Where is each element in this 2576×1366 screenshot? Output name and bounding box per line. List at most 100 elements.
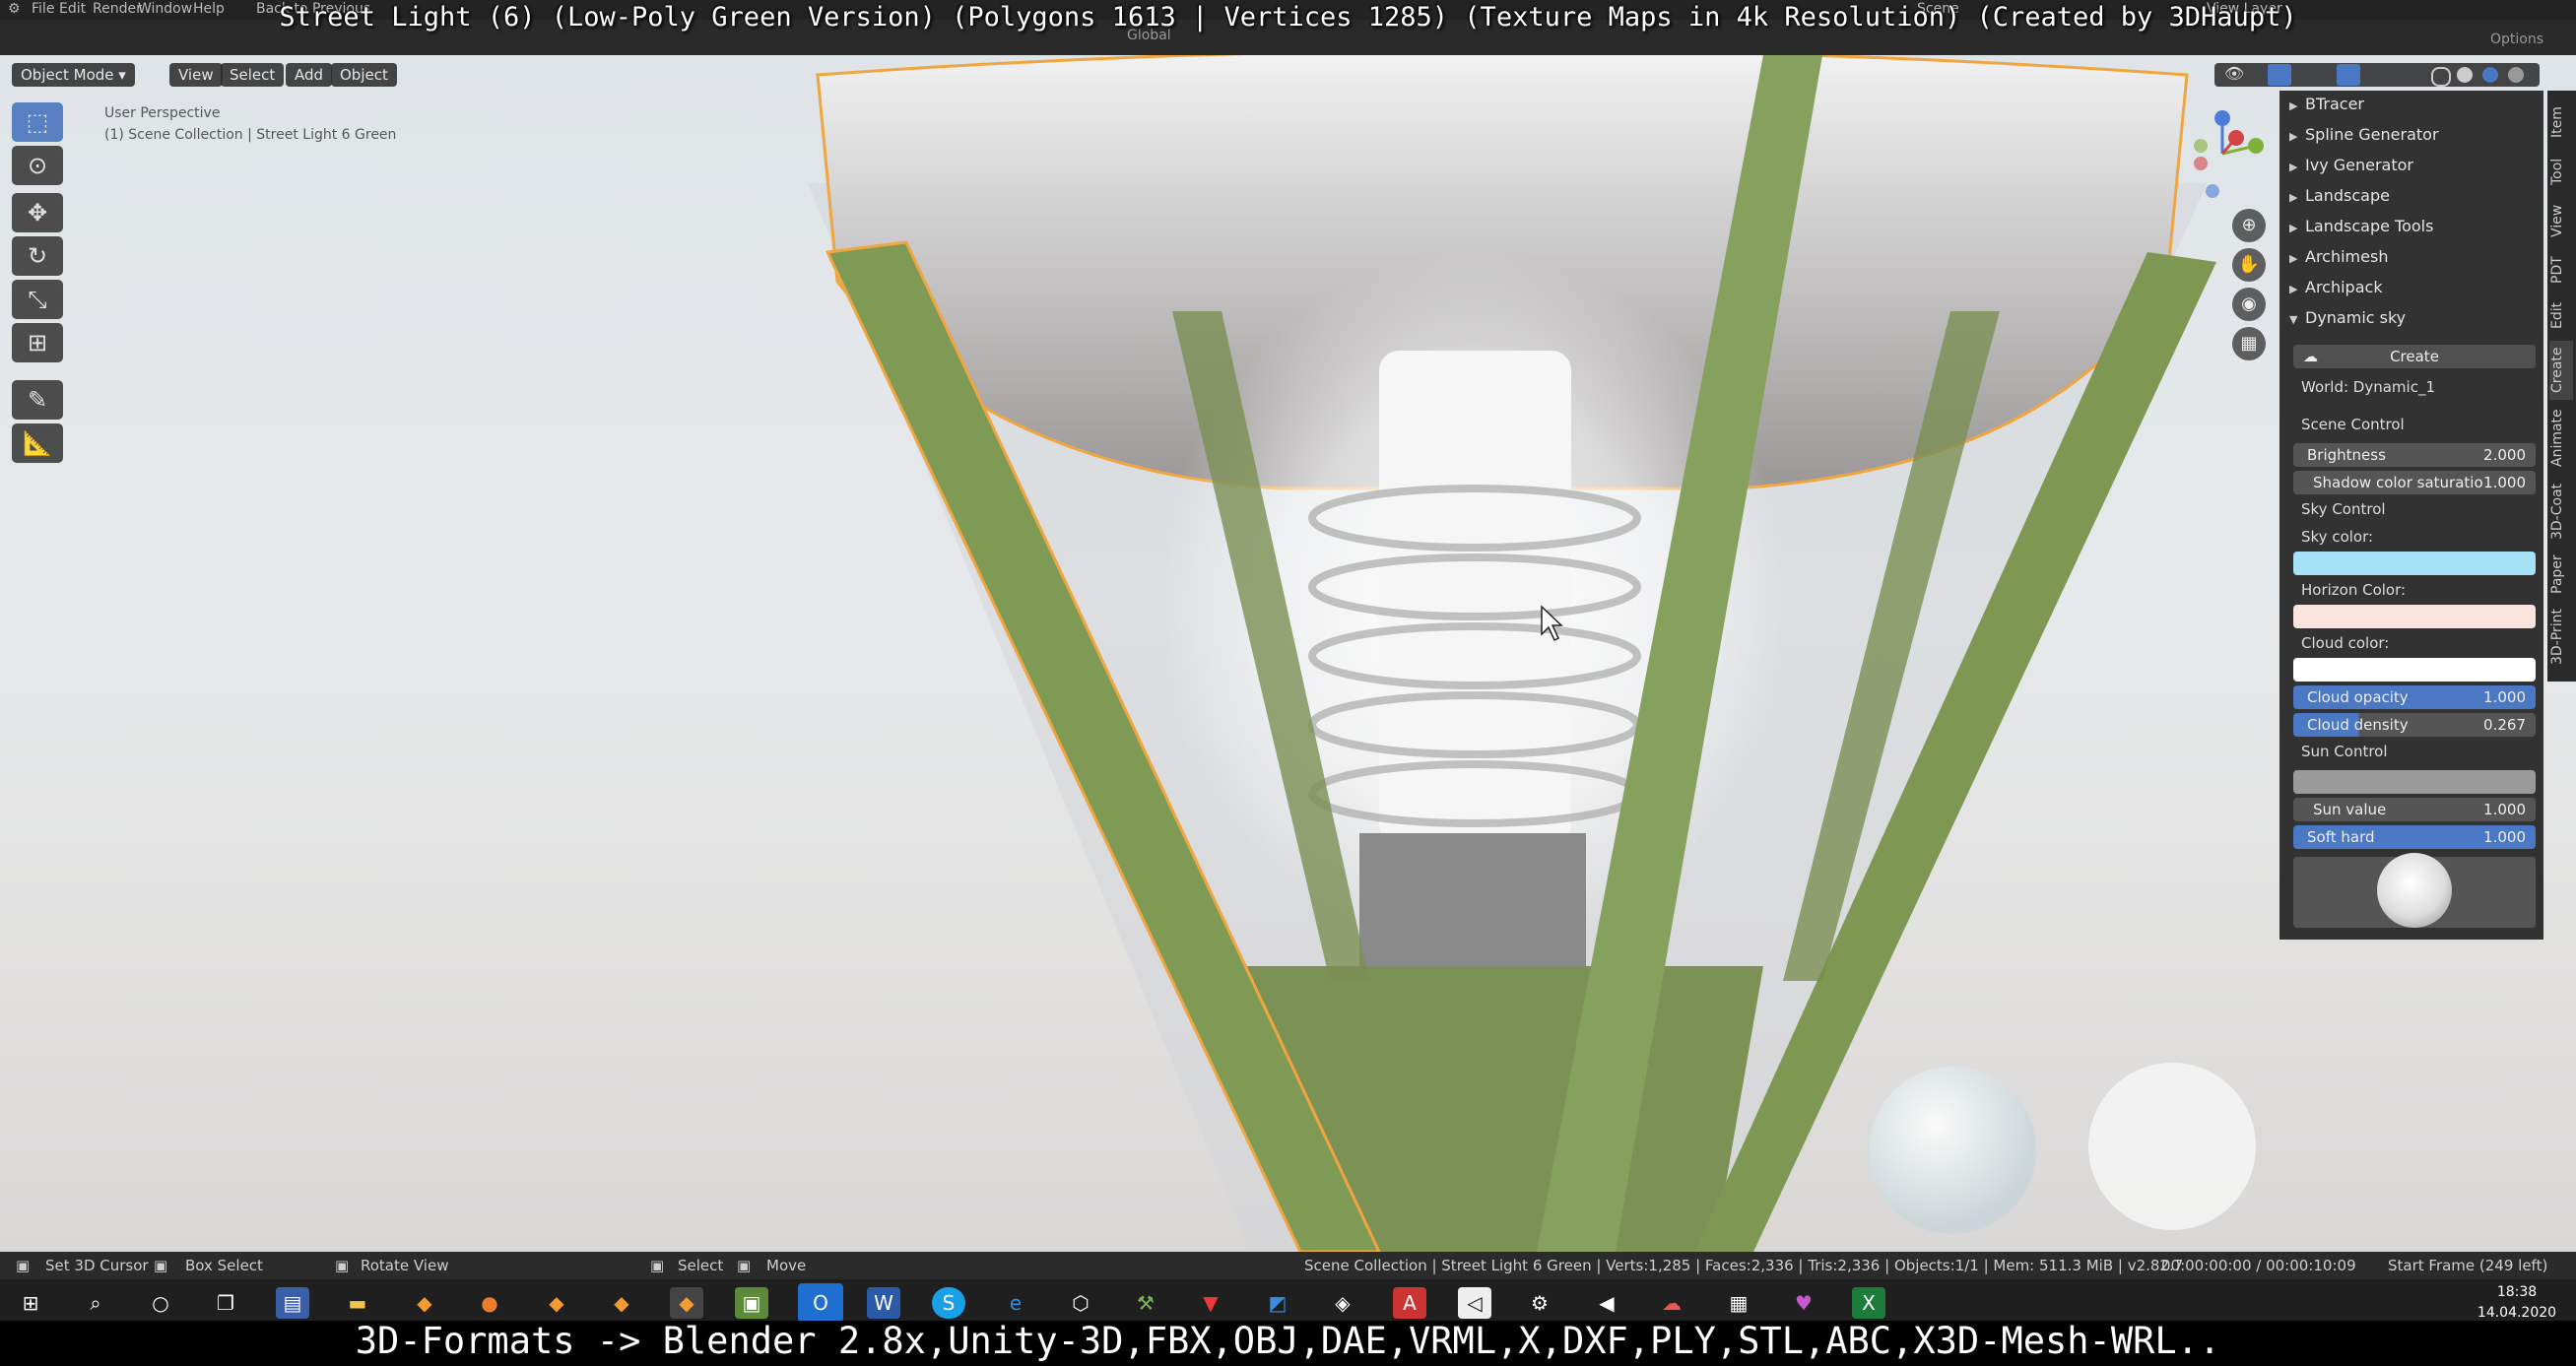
sun-preview[interactable] <box>2293 853 2536 928</box>
tool-icon[interactable]: ⚒ <box>1129 1287 1162 1319</box>
unity-icon[interactable]: ◁ <box>1458 1287 1491 1319</box>
mouse-middle-icon: ▣ <box>335 1257 350 1274</box>
move-hint: Move <box>766 1257 807 1274</box>
create-sky-button[interactable]: ☁ Create <box>2293 345 2536 368</box>
blender-icon[interactable]: ◆ <box>540 1287 573 1319</box>
3d-viewport[interactable]: ⊕ ✋ ◉ ▦ ⬚ ⊙ ✥ ↻ ⤡ ⊞ ✎ 📐 <box>0 55 2576 1252</box>
vivaldi-icon[interactable]: ▼ <box>1194 1287 1227 1319</box>
blender-icon[interactable]: ◆ <box>605 1287 638 1319</box>
cloud-color-swatch[interactable] <box>2293 658 2536 682</box>
acrobat-icon[interactable]: A <box>1393 1287 1426 1319</box>
material-shading-icon[interactable] <box>2482 67 2498 83</box>
annotate-tool-icon[interactable]: ✎ <box>12 380 63 420</box>
expand-triangle-icon: ▶ <box>2289 99 2298 112</box>
tab-edit[interactable]: Edit <box>2549 293 2573 337</box>
horizon-color-swatch[interactable] <box>2293 605 2536 628</box>
formats-caption: 3D-Formats -> Blender 2.8x,Unity-3D,FBX,… <box>355 1320 2221 1362</box>
task-view-icon[interactable]: ❐ <box>209 1287 242 1319</box>
system-clock[interactable]: 18:38 14.04.2020 <box>2463 1282 2571 1324</box>
overlay-toggle-icon[interactable] <box>2337 64 2360 86</box>
app-icon[interactable]: ☁ <box>1655 1287 1688 1319</box>
viewport-shading-controls[interactable]: 👁 <box>2214 63 2540 87</box>
gizmo-toggle-icon[interactable] <box>2268 64 2291 86</box>
tab-3d-coat[interactable]: 3D-Coat <box>2549 477 2573 546</box>
vs-code-icon[interactable]: ◀ <box>1590 1287 1623 1319</box>
video-title-overlay: Street Light (6) (Low-Poly Green Version… <box>279 2 2297 33</box>
mouse-drag-icon: ▣ <box>154 1257 168 1274</box>
cursor-tool-icon[interactable]: ⊙ <box>12 146 63 185</box>
select-box-tool-icon[interactable]: ⬚ <box>12 102 63 142</box>
app-icon[interactable]: ◈ <box>1326 1287 1359 1319</box>
app-icon[interactable]: ◩ <box>1261 1287 1294 1319</box>
panel-archimesh[interactable]: ▶ Archimesh <box>2289 243 2534 271</box>
add-menu[interactable]: Add <box>286 63 333 87</box>
cloud-opacity-slider[interactable]: Cloud opacity 1.000 <box>2293 685 2536 709</box>
tab-tool[interactable]: Tool <box>2549 150 2573 193</box>
tab-3d-print[interactable]: 3D-Print <box>2549 603 2573 672</box>
measure-tool-icon[interactable]: 📐 <box>12 423 63 463</box>
pan-hand-icon[interactable]: ✋ <box>2232 248 2266 282</box>
rendered-shading-icon[interactable] <box>2508 67 2524 83</box>
calculator-icon[interactable]: ▦ <box>1722 1287 1755 1319</box>
cortana-icon[interactable]: ○ <box>144 1287 177 1319</box>
navigation-gizmo[interactable] <box>2157 104 2276 203</box>
visibility-icon[interactable]: 👁 <box>2224 64 2244 83</box>
firefox-icon[interactable]: ● <box>473 1287 506 1319</box>
blender-icon[interactable]: ◆ <box>408 1287 441 1319</box>
tab-pdt[interactable]: PDT <box>2549 248 2573 292</box>
options-menu[interactable]: Options <box>2490 32 2543 47</box>
chevron-down-icon: ▾ <box>118 66 126 84</box>
edge-icon[interactable]: e <box>999 1287 1032 1319</box>
camera-icon[interactable]: ◉ <box>2232 288 2266 321</box>
move-tool-icon[interactable]: ✥ <box>12 193 63 232</box>
panel-dynamic-sky[interactable]: ▼ Dynamic sky <box>2289 304 2534 332</box>
shadow-saturation-field[interactable]: Shadow color saturatio 1.000 <box>2293 471 2536 494</box>
word-icon[interactable]: W <box>867 1287 900 1319</box>
folder-icon[interactable]: ▬ <box>341 1287 374 1319</box>
grid-projection-icon[interactable]: ▦ <box>2232 327 2266 360</box>
select-hint: Select <box>678 1257 724 1274</box>
panel-ivy-generator[interactable]: ▶ Ivy Generator <box>2289 152 2534 179</box>
save-icon[interactable]: ▤ <box>276 1287 309 1319</box>
maps-icon[interactable]: ♥ <box>1787 1287 1820 1319</box>
tab-animate[interactable]: Animate <box>2549 404 2573 473</box>
panel-landscape-tools[interactable]: ▶ Landscape Tools <box>2289 213 2534 240</box>
mouse-right-icon: ▣ <box>650 1257 665 1274</box>
blender-icon[interactable]: ◆ <box>670 1287 703 1319</box>
view-menu[interactable]: View <box>169 63 223 87</box>
soft-hard-slider[interactable]: Soft hard 1.000 <box>2293 825 2536 849</box>
windows-icon[interactable]: ⊞ <box>14 1287 47 1319</box>
tab-view[interactable]: View <box>2549 199 2573 242</box>
panel-spline-generator[interactable]: ▶ Spline Generator <box>2289 121 2534 149</box>
sun-value-field[interactable]: Sun value 1.000 <box>2293 798 2536 821</box>
sun-color-swatch[interactable] <box>2293 770 2536 794</box>
object-mode-dropdown[interactable]: Object Mode ▾ <box>12 63 135 87</box>
search-icon[interactable]: ⌕ <box>79 1287 112 1319</box>
collection-label: (1) Scene Collection | Street Light 6 Gr… <box>104 127 397 143</box>
unity-hub-icon[interactable]: ⚙ <box>1523 1287 1556 1319</box>
sidebar-tabs: Item Tool View PDT Edit Create Animate 3… <box>2547 91 2576 682</box>
tab-paper[interactable]: Paper <box>2549 550 2573 599</box>
brightness-field[interactable]: Brightness 2.000 <box>2293 443 2536 467</box>
scale-tool-icon[interactable]: ⤡ <box>12 280 63 319</box>
cube-icon[interactable]: ⬡ <box>1064 1287 1097 1319</box>
tab-create[interactable]: Create <box>2549 341 2573 400</box>
cloud-density-slider[interactable]: Cloud density 0.267 <box>2293 713 2536 737</box>
skype-icon[interactable]: S <box>932 1287 965 1319</box>
panel-archipack[interactable]: ▶ Archipack <box>2289 274 2534 301</box>
sky-color-swatch[interactable] <box>2293 552 2536 575</box>
transform-tool-icon[interactable]: ⊞ <box>12 323 63 362</box>
select-menu[interactable]: Select <box>221 63 285 87</box>
wireframe-shading-icon[interactable] <box>2431 67 2451 87</box>
excel-icon[interactable]: X <box>1852 1287 1885 1319</box>
minecraft-icon[interactable]: ▣ <box>735 1287 768 1319</box>
rotate-tool-icon[interactable]: ↻ <box>12 236 63 276</box>
outlook-icon[interactable]: O <box>798 1283 843 1323</box>
panel-btracer[interactable]: ▶ BTracer <box>2289 91 2534 118</box>
tab-item[interactable]: Item <box>2549 100 2573 144</box>
sun-preview-sphere <box>2377 853 2452 928</box>
zoom-icon[interactable]: ⊕ <box>2232 209 2266 242</box>
object-menu[interactable]: Object <box>331 63 397 87</box>
solid-shading-icon[interactable] <box>2457 67 2473 83</box>
panel-landscape[interactable]: ▶ Landscape <box>2289 182 2534 210</box>
